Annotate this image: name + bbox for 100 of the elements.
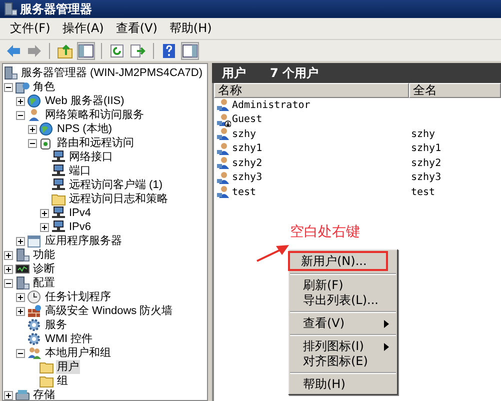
user-name[interactable]: Administrator [232,100,310,111]
tree-item[interactable]: 诊断 [32,262,56,276]
tree-item[interactable]: 服务器管理器 (WIN-JM2PMS4CA7D) [20,66,204,80]
menu-item[interactable]: 查看(V) [289,316,397,331]
expand-icon[interactable] [40,208,48,218]
menu-item[interactable]: 操作(A) [62,20,104,37]
toolbar-button[interactable] [129,42,147,60]
collapse-icon[interactable] [16,348,24,358]
menu-item[interactable]: 新用户(N)... [289,252,387,270]
expand-icon[interactable] [16,306,24,316]
tree-item[interactable]: 应用程序服务器 [44,234,123,248]
server-icon [3,2,17,16]
computer-icon [51,206,66,220]
clock-icon [27,290,42,304]
column-header[interactable]: 名称 [214,83,409,98]
user-name[interactable]: szhy1 [232,143,262,154]
computer-icon [51,220,66,234]
user-name[interactable]: szhy2 [232,158,262,169]
help-icon [161,42,177,58]
window-title: 服务器管理器 [20,0,92,18]
monitor-icon [15,262,30,276]
tree-item[interactable]: NPS (本地) [56,122,113,136]
annotation-text: 空白处右键 [290,223,360,241]
tree-item[interactable]: 角色 [32,80,56,94]
full-name: szhy3 [411,172,442,184]
menu-item[interactable]: 排列图标(I) [289,339,397,354]
tree-item[interactable]: 服务 [44,318,68,332]
tree-item[interactable]: 远程访问客户端 (1) [68,178,164,192]
tree-pane-icon [78,42,94,58]
folder-up-icon [57,42,73,58]
pane-title: 用户 [222,64,246,82]
tree-item[interactable]: 组 [56,374,69,388]
computer-icon [51,164,66,178]
server-icon [15,276,30,290]
tree-item[interactable]: 任务计划程序 [44,290,112,304]
collapse-icon[interactable] [16,110,24,120]
column-header[interactable]: 全名 [409,83,501,98]
expand-icon[interactable] [40,222,48,232]
forward-arrow-icon [26,42,42,58]
menu-item[interactable]: 文件(F) [10,20,50,37]
expand-icon[interactable] [16,236,24,246]
refresh-icon [109,42,125,58]
tree-item[interactable]: 网络接口 [68,150,114,164]
tree-item[interactable]: 配置 [32,276,56,290]
tree-item[interactable]: 网络策略和访问服务 [44,108,145,122]
expand-icon[interactable] [4,390,12,400]
submenu-arrow-icon [384,320,389,328]
collapse-icon[interactable] [4,82,12,92]
tree-item[interactable]: Web 服务器(IIS) [44,94,126,108]
full-name: szhy1 [411,143,442,154]
tree-item[interactable]: 存储 [32,388,56,400]
menu-item[interactable]: 导出列表(L)... [289,293,397,308]
globe-icon [39,122,54,136]
gear-icon [27,318,42,332]
brick-wall-icon [27,304,42,318]
tree-item[interactable]: IPv4 [68,206,92,220]
computer-icon [51,150,66,164]
tree-item[interactable]: 高级安全 Windows 防火墙 [44,304,174,318]
toolbar-button[interactable] [77,42,95,60]
computer-icon [51,178,66,192]
annotation-arrow [256,243,290,263]
gear-icon [27,332,42,346]
folder-icon [39,360,54,374]
user-name[interactable]: szhy [232,128,256,140]
menu-item[interactable]: 对齐图标(E) [289,354,397,369]
tree-item[interactable]: 功能 [32,248,56,262]
expand-icon[interactable] [16,96,24,106]
full-name: szhy [411,128,436,140]
toolbar-button[interactable] [108,42,126,60]
tree-item[interactable]: IPv6 [68,220,92,234]
full-name: test [411,186,436,198]
menu-item[interactable]: 刷新(F) [289,278,397,293]
storage-icon [15,388,30,400]
back-arrow-icon [5,42,21,58]
user-count: 7 个用户 [270,64,319,82]
application-icon [27,234,42,248]
tree-item[interactable]: 用户 [56,360,80,374]
tree-item[interactable]: WMI 控件 [44,332,94,346]
user-name[interactable]: test [232,186,256,198]
export-icon [130,42,146,58]
user-name[interactable]: szhy3 [232,172,262,184]
full-name: szhy2 [411,158,442,169]
menu-item[interactable]: 帮助(H) [289,377,397,392]
submenu-arrow-icon [384,342,389,350]
menu-item[interactable]: 查看(V) [116,20,158,37]
users-icon [27,346,42,360]
expand-icon[interactable] [4,250,12,260]
collapse-icon[interactable] [4,278,12,288]
server-icon [3,66,18,80]
tree-item[interactable]: 远程访问日志和策略 [68,192,169,206]
collapse-icon[interactable] [28,138,36,148]
toolbar-button[interactable] [160,42,178,60]
expand-icon[interactable] [28,124,36,134]
toolbar-button[interactable] [181,42,199,60]
tree-item[interactable]: 本地用户和组 [44,346,112,360]
expand-icon[interactable] [4,264,12,274]
expand-icon[interactable] [16,292,24,302]
menu-item[interactable]: 帮助(H) [169,20,212,37]
tree-item[interactable]: 端口 [68,164,92,178]
tree-item[interactable]: 路由和远程访问 [56,136,135,150]
